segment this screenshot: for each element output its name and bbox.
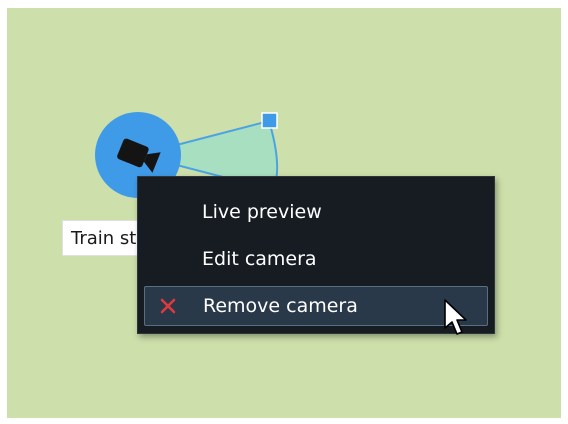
fov-rotation-handle[interactable] — [261, 112, 278, 129]
menu-item-edit-camera[interactable]: Edit camera — [144, 240, 488, 280]
menu-item-label: Edit camera — [202, 248, 317, 270]
menu-item-label: Live preview — [202, 201, 322, 223]
close-icon — [160, 298, 176, 314]
mouse-pointer-icon — [444, 299, 467, 335]
menu-item-live-preview[interactable]: Live preview — [144, 193, 488, 233]
menu-item-remove-camera[interactable]: Remove camera — [144, 286, 488, 326]
camera-name-text: Train st — [71, 228, 137, 249]
menu-item-label: Remove camera — [203, 295, 358, 317]
context-menu: Live preview Edit camera Remove camera — [137, 176, 495, 334]
